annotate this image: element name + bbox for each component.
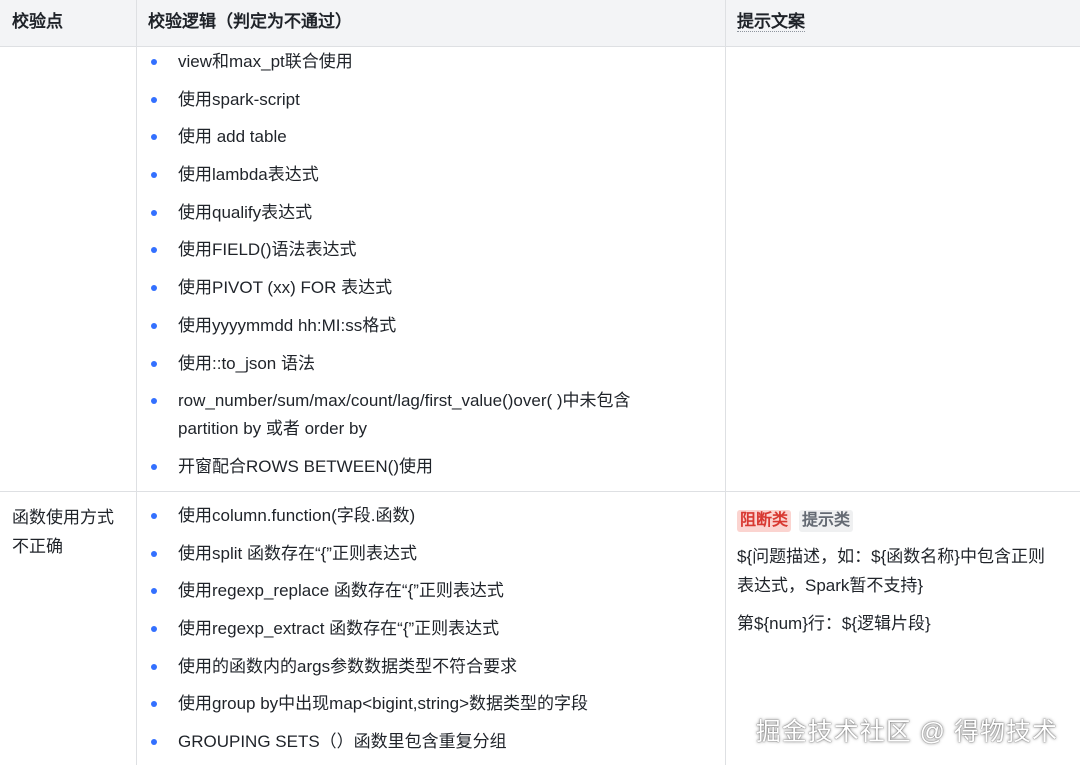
watermark: 掘金技术社区 @ 得物技术 <box>755 718 1058 746</box>
list-item: 使用spark-script <box>148 86 718 114</box>
list-item: 使用的函数内的args参数数据类型不符合要求 <box>148 653 718 681</box>
list-item-text: 使用 add table <box>178 127 287 147</box>
list-item-text: 开窗配合ROWS BETWEEN()使用 <box>178 456 433 476</box>
list-item-text: row_number/sum/max/count/lag/first_value… <box>178 391 631 411</box>
column-divider <box>136 0 137 765</box>
bullet-icon <box>151 360 157 367</box>
list-item: GROUPING SETS（）函数里包含重复分组 <box>148 728 718 756</box>
row-divider <box>0 491 1080 492</box>
list-item-text: 使用yyyymmdd hh:MI:ss格式 <box>178 315 397 335</box>
bullet-icon <box>151 550 157 557</box>
list-item: 使用regexp_replace 函数存在“{”正则表达式 <box>148 577 718 605</box>
bullet-icon <box>151 463 157 470</box>
list-item-text: 使用split 函数存在“{”正则表达式 <box>178 543 417 563</box>
list-item: row_number/sum/max/count/lag/first_value… <box>148 387 718 443</box>
header-checkpoint: 校验点 <box>12 12 63 31</box>
list-item: 使用::to_json 语法 <box>148 350 718 378</box>
block-badge: 阻断类 <box>737 510 792 532</box>
list-item-text: 使用spark-script <box>178 89 300 109</box>
list-item: 使用split 函数存在“{”正则表达式 <box>148 540 718 568</box>
list-item-text: 使用FIELD()语法表达式 <box>178 240 357 260</box>
hint-badge: 提示类 <box>799 510 854 532</box>
header-message: 提示文案 <box>737 0 805 46</box>
list-item: 使用FIELD()语法表达式 <box>148 236 718 264</box>
bullet-icon <box>151 59 157 65</box>
list-item-text: 使用lambda表达式 <box>178 165 319 185</box>
list-item: 使用yyyymmdd hh:MI:ss格式 <box>148 312 718 340</box>
message-text: ${问题描述，如：${函数名称}中包含正则 <box>737 547 1045 566</box>
message-text: 第${num}行：${逻辑片段} <box>737 614 931 633</box>
bullet-icon <box>151 322 157 329</box>
list-item: 开窗配合ROWS BETWEEN()使用 <box>148 453 718 481</box>
list-item-text: 使用::to_json 语法 <box>178 353 315 373</box>
table-header: 校验点 校验逻辑（判定为不通过） 提示文案 <box>0 0 1080 47</box>
bullet-icon <box>151 663 157 670</box>
bullet-icon <box>151 739 157 746</box>
list-item-text: 使用PIVOT (xx) FOR 表达式 <box>178 278 393 298</box>
bullet-icon <box>151 96 157 103</box>
list-item: 使用 add table <box>148 123 718 151</box>
row1-logic-list: view和max_pt联合使用 使用spark-script 使用 add ta… <box>148 48 718 481</box>
list-item-text: 使用group by中出现map<bigint,string>数据类型的字段 <box>178 694 589 714</box>
row2-checkpoint: 函数使用方式 不正确 <box>12 503 114 561</box>
checkpoint-line: 不正确 <box>12 537 63 556</box>
message-text: 表达式，Spark暂不支持} <box>737 576 924 595</box>
bullet-icon <box>151 513 157 519</box>
list-item-text: 使用regexp_extract 函数存在“{”正则表达式 <box>178 619 500 639</box>
list-item-text: view和max_pt联合使用 <box>178 52 353 71</box>
list-item: 使用qualify表达式 <box>148 199 718 227</box>
list-item-text: 使用的函数内的args参数数据类型不符合要求 <box>178 656 518 676</box>
header-logic: 校验逻辑（判定为不通过） <box>148 12 352 31</box>
header-message-label: 提示文案 <box>737 12 805 32</box>
list-item: 使用group by中出现map<bigint,string>数据类型的字段 <box>148 690 718 718</box>
row2-logic-list: 使用column.function(字段.函数) 使用split 函数存在“{”… <box>148 502 718 756</box>
list-item: 使用lambda表达式 <box>148 161 718 189</box>
row2-message: 阻断类 提示类 ${问题描述，如：${函数名称}中包含正则 表达式，Spark暂不… <box>737 505 1072 638</box>
bullet-icon <box>151 247 157 254</box>
rules-table: 校验点 校验逻辑（判定为不通过） 提示文案 view和max_pt联合使用 使用… <box>0 0 1080 765</box>
bullet-icon <box>151 398 157 405</box>
list-item-text: 使用qualify表达式 <box>178 202 313 222</box>
list-item-text-cont: partition by 或者 order by <box>178 419 367 439</box>
checkpoint-line: 函数使用方式 <box>12 508 114 527</box>
list-item: 使用column.function(字段.函数) <box>148 502 718 530</box>
bullet-icon <box>151 209 157 216</box>
list-item-text: GROUPING SETS（）函数里包含重复分组 <box>178 732 507 752</box>
list-item-text: 使用regexp_replace 函数存在“{”正则表达式 <box>178 581 504 601</box>
bullet-icon <box>151 626 157 633</box>
bullet-icon <box>151 588 157 595</box>
bullet-icon <box>151 701 157 708</box>
column-divider <box>725 0 726 765</box>
bullet-icon <box>151 172 157 179</box>
bullet-icon <box>151 285 157 292</box>
list-item-text: 使用column.function(字段.函数) <box>178 506 416 525</box>
list-item: 使用PIVOT (xx) FOR 表达式 <box>148 274 718 302</box>
badge-row: 阻断类 提示类 <box>737 505 1072 534</box>
list-item: 使用regexp_extract 函数存在“{”正则表达式 <box>148 615 718 643</box>
bullet-icon <box>151 134 157 141</box>
list-item: view和max_pt联合使用 <box>148 48 718 76</box>
